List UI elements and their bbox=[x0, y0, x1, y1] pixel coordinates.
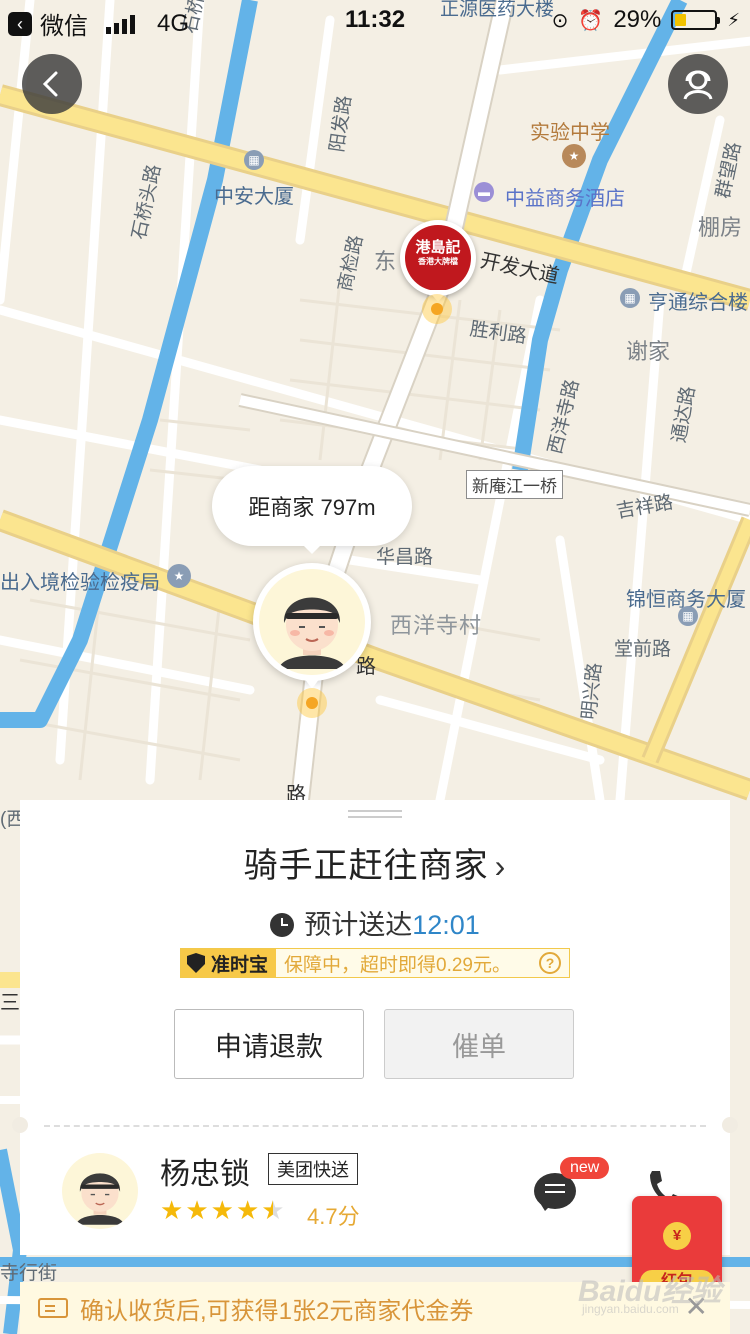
merchant-logo: 港島記 香港大牌檔 bbox=[405, 225, 471, 291]
map-label-xiyang-village: 西洋寺村 bbox=[390, 613, 483, 638]
map-label-crj: 出入境检验检疫局 bbox=[0, 572, 160, 594]
avatar bbox=[62, 1153, 138, 1229]
watermark-logo: Baidu经验 jingyan.baidu.com bbox=[578, 1266, 748, 1326]
rider-name: 杨忠锁 bbox=[160, 1158, 250, 1191]
rider-location-dot bbox=[297, 688, 327, 718]
map-label-tongtong: 亨通综合楼 bbox=[648, 292, 748, 314]
coin-icon: ¥ bbox=[663, 1222, 691, 1250]
hotel-icon: ▬ bbox=[474, 182, 494, 202]
building-icon: ▦ bbox=[678, 606, 698, 626]
watermark-subtext: jingyan.baidu.com bbox=[582, 1302, 679, 1316]
map-label-xingjie: 寺行街 bbox=[0, 1263, 58, 1284]
delivery-service-tag: 美团快送 bbox=[268, 1153, 358, 1185]
back-app-label[interactable]: 微信 bbox=[40, 6, 88, 41]
clock-icon bbox=[270, 913, 295, 937]
on-time-guarantee[interactable]: 准时宝 保障中，超时即得0.29元。 ? bbox=[180, 948, 570, 978]
order-status-text: 骑手正赶往商家 bbox=[243, 847, 489, 885]
chevron-left-icon bbox=[42, 71, 58, 97]
government-icon: ★ bbox=[167, 564, 191, 588]
signal-icon bbox=[106, 14, 135, 34]
back-button[interactable] bbox=[22, 54, 82, 114]
half-star-icon: ★ bbox=[261, 1195, 285, 1225]
drag-handle[interactable] bbox=[348, 810, 402, 818]
eta-time: 12:01 bbox=[412, 910, 480, 940]
rating-score: 4.7分 bbox=[307, 1204, 360, 1229]
charging-icon: ⚡ bbox=[727, 9, 740, 30]
customer-service-button[interactable] bbox=[668, 54, 728, 114]
shield-icon bbox=[187, 953, 205, 973]
order-status-card: 骑手正赶往商家 › 预计送达12:01 准时宝 保障中，超时即得0.29元。 ? … bbox=[20, 800, 730, 1125]
guarantee-text: 保障中，超时即得0.29元。 bbox=[284, 954, 511, 976]
map-label-huachang-road: 华昌路 bbox=[376, 547, 434, 568]
map-label-pengfang: 棚房 bbox=[698, 215, 743, 240]
clock: 11:32 bbox=[345, 6, 406, 33]
status-bar: ‹ 微信 4G 11:32 ⊙ ⏰ 29% ⚡ bbox=[0, 0, 750, 40]
rider-info-card: 杨忠锁 美团快送 ★ ★ ★ ★ ★ 4.7分 new bbox=[12, 1117, 738, 1255]
merchant-logo-text: 港島記 bbox=[415, 239, 461, 256]
map-label-shiyan-school: 实验中学 bbox=[530, 122, 610, 144]
card-notch bbox=[722, 1117, 738, 1133]
star-icon: ★ bbox=[210, 1195, 234, 1225]
alarm-icon: ⏰ bbox=[578, 9, 604, 32]
chevron-right-icon: › bbox=[494, 848, 507, 884]
refund-button[interactable]: 申请退款 bbox=[174, 1009, 364, 1079]
order-status-title[interactable]: 骑手正赶往商家 › bbox=[20, 838, 730, 887]
card-notch bbox=[12, 1117, 28, 1133]
headset-icon bbox=[683, 70, 713, 100]
guarantee-badge-label: 准时宝 bbox=[211, 954, 269, 976]
coupon-text: 确认收货后,可获得1张2元商家代金券 bbox=[80, 1297, 474, 1325]
merchant-location-dot bbox=[422, 294, 452, 324]
distance-bubble: 距商家 797m bbox=[212, 466, 412, 554]
guarantee-badge: 准时宝 bbox=[181, 949, 277, 977]
network-label: 4G bbox=[157, 9, 190, 37]
map-label-san-fragment: 三 bbox=[0, 992, 20, 1014]
rider-face-icon bbox=[76, 1173, 124, 1225]
eta-label: 预计送达 bbox=[304, 910, 413, 940]
map-label-dong: 东 bbox=[374, 249, 397, 274]
map-label-tangqian-road: 堂前路 bbox=[614, 639, 672, 660]
back-to-app-icon[interactable]: ‹ bbox=[8, 11, 32, 36]
star-icon: ★ bbox=[185, 1195, 209, 1225]
battery-icon bbox=[671, 10, 721, 30]
help-icon[interactable]: ? bbox=[539, 952, 561, 974]
map-label-zhongyi-hotel: 中益商务酒店 bbox=[505, 188, 625, 210]
map-label-xiejia: 谢家 bbox=[626, 339, 671, 364]
rotation-lock-icon: ⊙ bbox=[551, 9, 569, 32]
rating-stars: ★ ★ ★ ★ ★ bbox=[160, 1195, 285, 1226]
eta-row: 预计送达12:01 bbox=[20, 903, 730, 942]
battery-percent: 29% bbox=[613, 6, 662, 33]
merchant-logo-subtext: 香港大牌檔 bbox=[418, 257, 458, 266]
building-icon: ▦ bbox=[244, 150, 264, 170]
star-icon: ★ bbox=[160, 1195, 184, 1225]
star-icon: ★ bbox=[235, 1195, 260, 1225]
distance-text: 距商家 797m bbox=[248, 495, 376, 520]
rider-marker-avatar bbox=[259, 569, 365, 675]
urge-order-button[interactable]: 催单 bbox=[384, 1009, 574, 1079]
merchant-marker[interactable]: 港島記 香港大牌檔 bbox=[400, 220, 476, 302]
divider bbox=[44, 1125, 706, 1127]
coupon-icon bbox=[38, 1298, 68, 1318]
new-badge: new bbox=[560, 1157, 610, 1179]
building-icon: ▦ bbox=[620, 288, 640, 308]
rider-face-icon bbox=[279, 597, 345, 669]
map-label-bridge: 新庵江一桥 bbox=[466, 470, 563, 499]
map-label-zhongan: 中安大厦 bbox=[214, 186, 294, 208]
school-icon: ★ bbox=[562, 144, 586, 168]
rider-marker[interactable] bbox=[253, 563, 371, 689]
